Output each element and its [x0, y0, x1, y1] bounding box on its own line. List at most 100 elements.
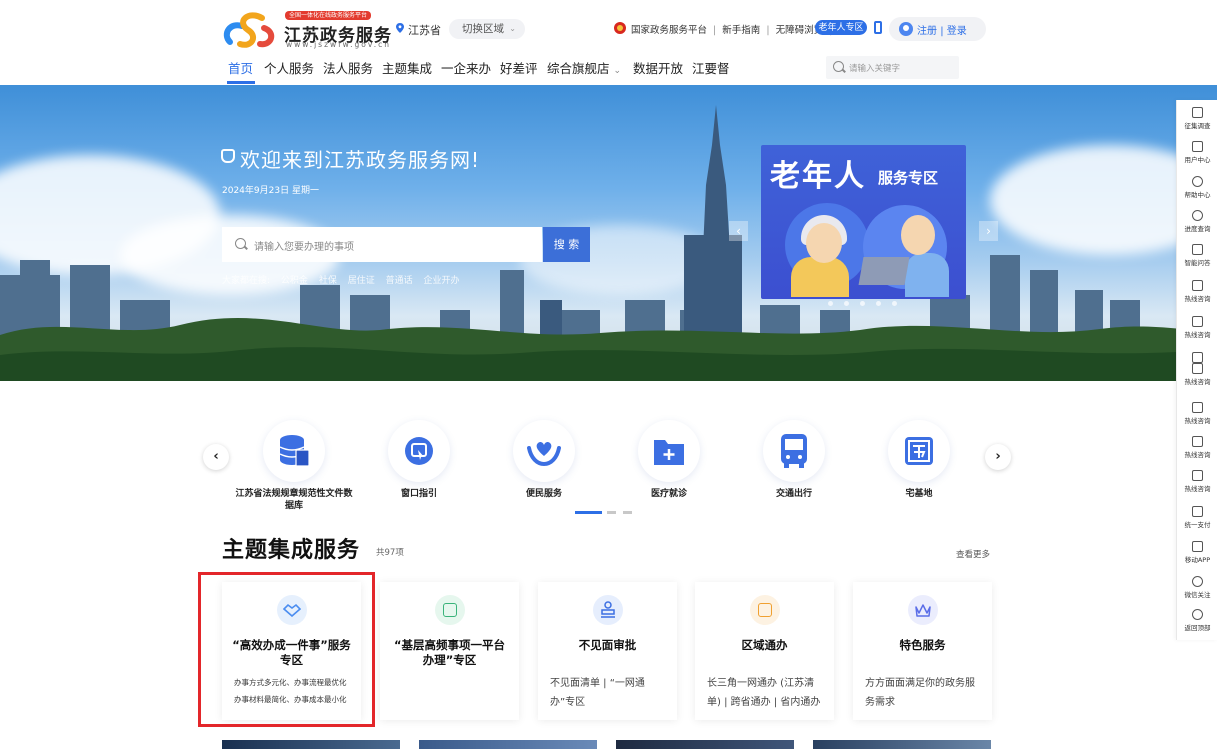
banner-prev-button[interactable]: ‹: [729, 221, 748, 241]
tool-mobile-app[interactable]: 移动APP: [1177, 541, 1217, 564]
switch-region-button[interactable]: 切换区域 ⌄: [449, 19, 525, 39]
tool-label: 热线咨询: [1184, 451, 1211, 459]
nav-theme[interactable]: 主题集成: [382, 58, 432, 77]
tool-help[interactable]: 帮助中心: [1177, 176, 1217, 199]
nav-data-open[interactable]: 数据开放: [633, 58, 683, 77]
tool-hotline[interactable]: 热线咨询: [1177, 436, 1217, 459]
hot-search-term[interactable]: 居住证: [348, 276, 375, 286]
wallet-icon: [1192, 506, 1203, 517]
tool-back-to-top[interactable]: 返回顶部: [1177, 609, 1217, 632]
hot-search-term[interactable]: 企业开办: [423, 276, 459, 286]
current-date: 2024年9月23日 星期一: [222, 186, 319, 196]
tool-hotline[interactable]: 热线咨询: [1177, 470, 1217, 493]
hotline-icon: [1192, 436, 1203, 447]
theme-card[interactable]: 区域通办 长三角一网通办 (江苏清单) | 跨省通办 | 省内通办: [695, 582, 834, 720]
theme-card[interactable]: 不见面审批 不见面清单 | “一网通办”专区: [538, 582, 677, 720]
login-link[interactable]: 登录: [947, 26, 967, 37]
hot-search-term[interactable]: 社保: [319, 276, 337, 286]
service-item[interactable]: 江苏省法规规章规范性文件数据库: [232, 420, 356, 512]
banner-carousel-dots: [828, 301, 902, 307]
service-item[interactable]: 窗口指引: [357, 420, 481, 500]
progress-icon: [1192, 210, 1203, 221]
tool-user-center[interactable]: 用户中心: [1177, 141, 1217, 164]
thumbnail-image[interactable]: [222, 740, 400, 749]
hotline-icon: [1192, 470, 1203, 481]
hero-search-input[interactable]: 请输入您要办理的事项: [222, 227, 542, 262]
elderly-woman-face: [806, 223, 842, 263]
services-page-indicator[interactable]: [607, 511, 616, 514]
carousel-dot[interactable]: [892, 301, 897, 306]
carousel-dot[interactable]: [828, 301, 833, 306]
service-item[interactable]: 医疗就诊: [607, 420, 731, 500]
carousel-dot[interactable]: [860, 301, 865, 306]
tool-label: 用户中心: [1184, 156, 1211, 164]
link-national-platform[interactable]: 国家政务服务平台: [631, 25, 707, 36]
carousel-dot[interactable]: [844, 301, 849, 306]
theme-card-title: 区域通办: [741, 638, 788, 652]
hero-search-button[interactable]: 搜 索: [543, 227, 590, 262]
service-item[interactable]: 便民服务: [482, 420, 606, 500]
thumbnail-image[interactable]: [813, 740, 991, 749]
highlight-box: [198, 572, 375, 727]
current-region: 江苏省: [408, 24, 441, 37]
theme-card-title: 特色服务: [899, 638, 946, 652]
tool-label: 热线咨询: [1184, 417, 1211, 425]
register-link[interactable]: 注册: [917, 26, 937, 37]
service-item[interactable]: 宅基地: [857, 420, 981, 500]
search-icon: [235, 238, 246, 249]
database-icon: [263, 420, 325, 482]
banner-next-button[interactable]: ›: [979, 221, 998, 241]
service-label: 便民服务: [525, 489, 562, 499]
welcome-title: 欢迎来到江苏政务服务网!: [220, 144, 480, 173]
view-more-link[interactable]: 查看更多: [956, 548, 990, 560]
section-count: 共97项: [376, 548, 404, 558]
theme-card[interactable]: “基层高频事项一平台办理”专区: [380, 582, 519, 720]
nav-flagship[interactable]: 综合旗舰店 ⌄: [547, 58, 621, 77]
tool-hotline[interactable]: 热线咨询: [1177, 316, 1217, 339]
carousel-dot[interactable]: [876, 301, 881, 306]
logo-icon[interactable]: [222, 12, 278, 50]
header-search-input[interactable]: 请输入关键字: [826, 56, 959, 79]
elder-zone-promo[interactable]: 老年人 服务专区: [761, 145, 966, 299]
thumbnail-image[interactable]: [616, 740, 794, 749]
tool-label: 智能问答: [1184, 259, 1211, 267]
tool-progress[interactable]: 进度查询: [1177, 210, 1217, 233]
hot-search-term[interactable]: 普通话: [386, 276, 413, 286]
nav-personal[interactable]: 个人服务: [264, 58, 314, 77]
tool-label: 热线咨询: [1184, 485, 1211, 493]
link-beginner-guide[interactable]: 新手指南: [722, 25, 760, 36]
tool-payment[interactable]: 统一支付: [1177, 506, 1217, 529]
theme-card-desc: 方方面面满足你的政务服务需求: [865, 678, 975, 708]
hot-search-term[interactable]: 公积金: [281, 276, 308, 286]
tool-wechat[interactable]: 微信关注: [1177, 576, 1217, 599]
nav-rating[interactable]: 好差评: [500, 58, 538, 77]
services-next-button[interactable]: ›: [985, 444, 1011, 470]
crown-icon: [908, 595, 938, 625]
tool-label: 帮助中心: [1184, 191, 1211, 199]
nav-active-indicator: [227, 81, 255, 84]
tool-hotline[interactable]: 热线咨询: [1177, 402, 1217, 425]
services-page-indicator-active[interactable]: [575, 511, 602, 514]
tool-hotline[interactable]: 热线咨询: [1177, 352, 1217, 386]
tool-ai-qa[interactable]: 智能问答: [1177, 244, 1217, 267]
elder-zone-button[interactable]: 老年人专区: [815, 20, 867, 35]
chevron-down-icon: ⌄: [509, 24, 516, 33]
hotline-icon: [1192, 352, 1203, 363]
theme-card-desc: 不见面清单 | “一网通办”专区: [550, 678, 645, 708]
header-search-placeholder: 请输入关键字: [849, 64, 901, 74]
tool-hotline[interactable]: 热线咨询: [1177, 280, 1217, 303]
thumbnail-image[interactable]: [419, 740, 597, 749]
nav-one-enterprise[interactable]: 一企来办: [441, 58, 491, 77]
nav-supervision[interactable]: 江要督: [692, 58, 730, 77]
laptop-icon: [858, 257, 910, 285]
service-item[interactable]: 交通出行: [732, 420, 856, 500]
tool-survey[interactable]: 征集调查: [1177, 107, 1217, 130]
services-page-indicator[interactable]: [623, 511, 632, 514]
service-label: 窗口指引: [400, 489, 437, 499]
nav-home[interactable]: 首页: [228, 58, 253, 77]
mobile-icon[interactable]: [874, 21, 882, 34]
services-prev-button[interactable]: ‹: [203, 444, 229, 470]
tool-label: 返回顶部: [1184, 624, 1211, 632]
theme-card[interactable]: 特色服务 方方面面满足你的政务服务需求: [853, 582, 992, 720]
nav-legal-person[interactable]: 法人服务: [323, 58, 373, 77]
